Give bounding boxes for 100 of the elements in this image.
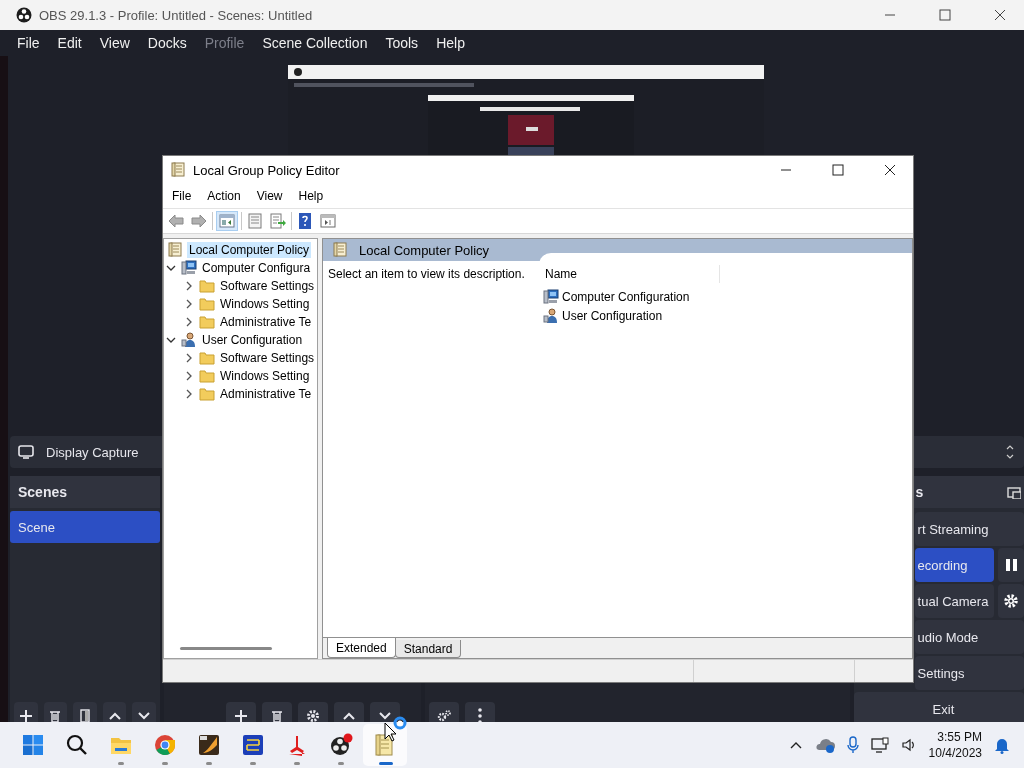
settings-button[interactable]: [998, 584, 1024, 618]
user-icon: [181, 332, 197, 348]
search-icon: [65, 733, 89, 757]
column-header[interactable]: Name: [539, 265, 720, 283]
folder-icon: [199, 350, 215, 366]
tree-item[interactable]: Software Settings: [218, 350, 317, 366]
spinner-icon: [1005, 443, 1015, 461]
pause-icon: [1004, 558, 1018, 572]
delete-button[interactable]: [262, 702, 292, 722]
menu-item[interactable]: Edit: [48, 35, 91, 51]
settings-button[interactable]: [298, 702, 328, 722]
move-down-button[interactable]: [132, 702, 156, 722]
microphone-icon[interactable]: [846, 736, 859, 754]
clock-date[interactable]: 10/4/2023: [928, 745, 982, 761]
obs-logo-icon: [329, 733, 353, 757]
tab[interactable]: Standard: [394, 640, 462, 658]
move-down-button[interactable]: [370, 702, 400, 722]
tree-item[interactable]: Computer Configura: [200, 260, 313, 276]
scrollbar-thumb[interactable]: [180, 646, 272, 650]
menu-item[interactable]: File: [164, 189, 200, 203]
menu-item[interactable]: Help: [290, 189, 332, 203]
app-icon: [241, 733, 265, 757]
show-tree-icon: [219, 213, 235, 229]
export-list-icon: [270, 213, 286, 229]
app-icon: [197, 733, 221, 757]
control-button[interactable]: Exit: [853, 692, 1024, 722]
cursor-icon: [384, 722, 398, 742]
panel-title: s: [915, 484, 924, 500]
monitor-icon: [18, 445, 34, 459]
forward-icon: [191, 213, 207, 229]
maximize-icon: [939, 9, 951, 21]
back-icon: [168, 213, 184, 229]
menu-item[interactable]: Scene Collection: [253, 35, 377, 51]
view-icon: [320, 213, 336, 229]
description-text: Select an item to view its description.: [327, 266, 526, 283]
close-icon: [994, 9, 1006, 21]
obs-logo-icon: [16, 7, 32, 23]
bell-icon[interactable]: [994, 736, 1010, 754]
tree-item[interactable]: Administrative Te: [218, 314, 314, 330]
tree-item[interactable]: Windows Setting: [218, 368, 312, 384]
control-button[interactable]: tual Camera: [914, 584, 994, 618]
window-title: OBS 29.1.3 - Profile: Untitled - Scenes: Untitled: [39, 7, 313, 23]
menu-item[interactable]: View: [90, 35, 139, 51]
tree-item[interactable]: Windows Setting: [218, 296, 312, 312]
folder-icon: [199, 296, 215, 312]
tree-item[interactable]: User Configuration: [200, 332, 305, 348]
policy-icon: [168, 242, 184, 258]
folder-icon: [199, 368, 215, 384]
tab[interactable]: Extended: [327, 638, 396, 658]
volume-icon[interactable]: [900, 737, 917, 753]
help-icon: [297, 213, 313, 229]
menu-item[interactable]: Docks: [138, 35, 196, 51]
menu-item[interactable]: Tools: [376, 35, 428, 51]
computer-icon: [543, 288, 559, 305]
network-icon[interactable]: [870, 737, 889, 753]
view-button[interactable]: [318, 211, 338, 231]
delete-button[interactable]: [43, 702, 68, 722]
computer-icon: [181, 260, 197, 276]
tree-item[interactable]: Local Computer Policy: [187, 242, 312, 258]
add-button[interactable]: [226, 702, 256, 722]
move-up-button[interactable]: [334, 702, 364, 722]
panel-title: Scenes: [10, 476, 160, 508]
settings-button[interactable]: [429, 702, 460, 722]
tree-item[interactable]: Administrative Te: [218, 386, 314, 402]
show-tree-button[interactable]: [216, 211, 238, 231]
folder-icon: [199, 386, 215, 402]
folder-icon: [199, 278, 215, 294]
user-icon: [543, 307, 559, 324]
menu-item[interactable]: File: [8, 35, 49, 51]
cloud-icon[interactable]: [814, 737, 835, 753]
more-button[interactable]: [465, 702, 496, 722]
properties-icon: [247, 213, 263, 229]
list-item[interactable]: Computer Configuration: [562, 289, 690, 304]
maximize-icon: [832, 164, 844, 176]
control-button[interactable]: Settings: [914, 656, 1024, 690]
clock-time[interactable]: 3:55 PM: [937, 729, 982, 745]
loading-icon: [393, 716, 407, 730]
gear-icon: [1003, 593, 1019, 609]
browser-logo-icon: [153, 733, 177, 757]
move-up-button[interactable]: [102, 702, 127, 722]
filter-button[interactable]: [73, 702, 97, 722]
add-button[interactable]: [14, 702, 38, 722]
control-button[interactable]: udio Mode: [914, 620, 1024, 654]
undock-icon: [1007, 485, 1021, 499]
scene-item[interactable]: Scene: [10, 511, 160, 543]
export-list-button[interactable]: [268, 211, 288, 231]
folder-icon: [199, 314, 215, 330]
close-icon: [884, 164, 896, 176]
windows-logo-icon: [21, 733, 45, 757]
window-title: Local Group Policy Editor: [193, 162, 341, 178]
control-button[interactable]: rt Streaming: [914, 512, 1024, 546]
pause-button[interactable]: [998, 548, 1024, 582]
menu-item[interactable]: View: [248, 189, 291, 203]
policy-icon: [171, 162, 187, 178]
list-item[interactable]: User Configuration: [562, 308, 663, 323]
control-button[interactable]: ecording: [914, 548, 994, 582]
menu-item[interactable]: Action: [199, 189, 249, 203]
tree-item[interactable]: Software Settings: [218, 278, 317, 294]
menu-item[interactable]: Help: [427, 35, 474, 51]
policy-icon: [333, 242, 349, 258]
